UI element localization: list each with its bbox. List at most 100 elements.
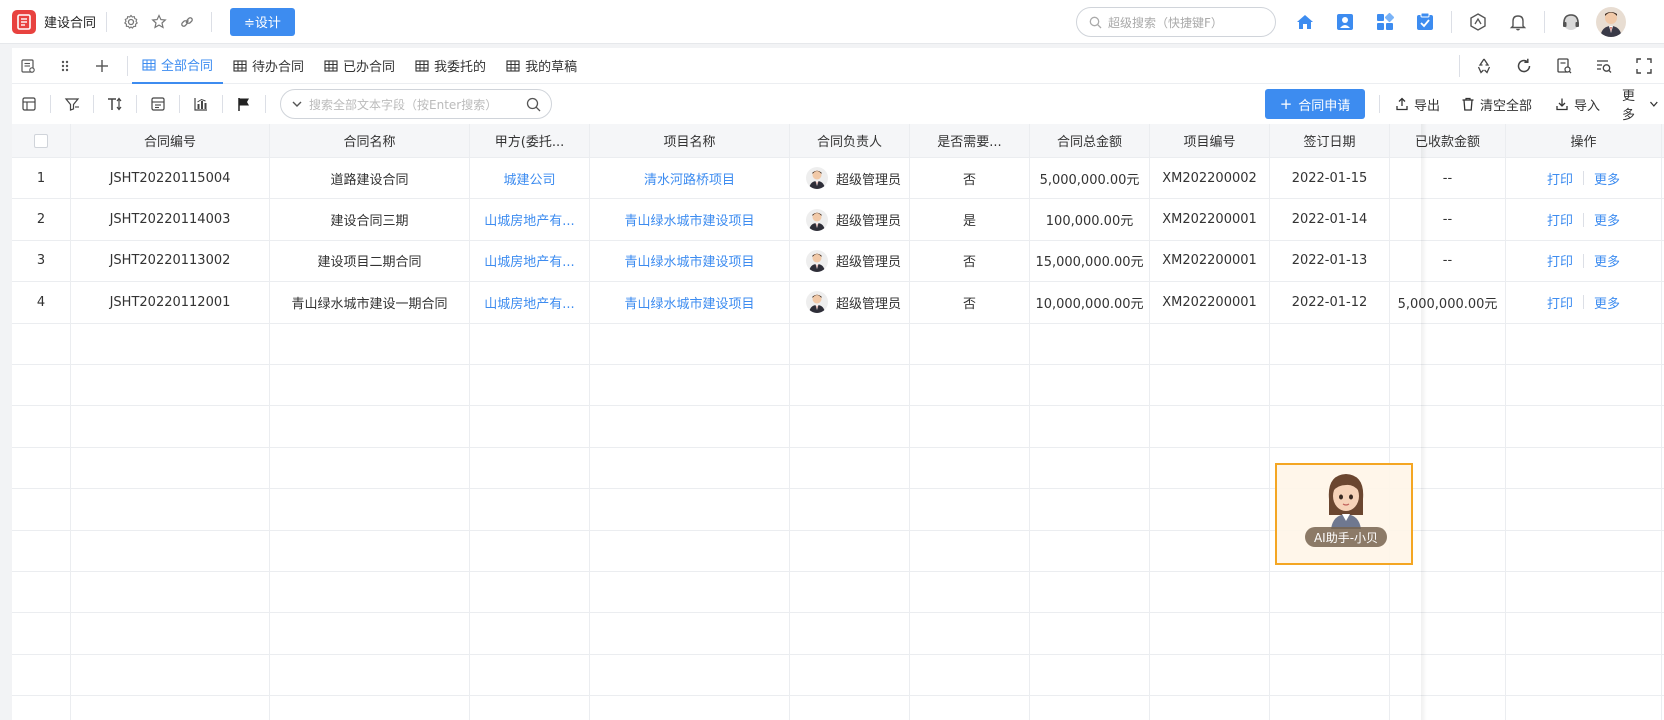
import-button[interactable]: 导入 <box>1555 84 1600 124</box>
sort-text-icon[interactable] <box>98 84 132 124</box>
column-header[interactable]: 项目名称 <box>590 124 790 157</box>
table-row[interactable] <box>12 406 1664 448</box>
filter-icon[interactable] <box>55 84 89 124</box>
table-icon <box>324 59 338 72</box>
bell-icon[interactable] <box>1498 6 1538 38</box>
contacts-icon[interactable] <box>1325 6 1365 38</box>
column-header[interactable]: 合同总金额 <box>1030 124 1150 157</box>
global-search-input[interactable]: 超级搜索（快捷键F） <box>1076 7 1276 37</box>
empty-cell <box>1150 696 1270 720</box>
contract-apply-button[interactable]: + 合同申请 <box>1265 89 1365 119</box>
project-link[interactable]: 清水河路桥项目 <box>590 158 790 199</box>
print-link[interactable]: 打印 <box>1547 169 1573 188</box>
empty-cell <box>270 613 470 654</box>
clear-all-button[interactable]: 清空全部 <box>1461 84 1532 124</box>
table-row[interactable]: 4 JSHT20220112001 青山绿水城市建设一期合同 山城房地产有... 青山绿… <box>12 282 1664 324</box>
chart-icon[interactable] <box>184 84 218 124</box>
chevron-down-icon <box>1650 101 1658 107</box>
table-icon <box>233 59 247 72</box>
ai-assistant-widget[interactable]: AI助手-小贝 <box>1275 463 1413 565</box>
print-link[interactable]: 打印 <box>1547 210 1573 229</box>
table-row[interactable] <box>12 654 1664 697</box>
table-row[interactable] <box>12 365 1664 407</box>
tab-drafts[interactable]: 我的草稿 <box>496 48 587 84</box>
column-header[interactable]: 签订日期 <box>1270 124 1390 157</box>
table-row[interactable] <box>12 696 1664 720</box>
form-icon[interactable] <box>12 48 49 84</box>
tab-delegated[interactable]: 我委托的 <box>405 48 496 84</box>
table-row[interactable] <box>12 572 1664 614</box>
empty-cell <box>1150 572 1270 613</box>
empty-cell <box>590 447 790 489</box>
empty-cell <box>470 447 590 489</box>
owner-avatar <box>806 249 828 272</box>
table-row[interactable] <box>12 447 1664 490</box>
empty-cell <box>12 489 71 530</box>
chevron-down-icon[interactable] <box>291 98 303 110</box>
header-actions <box>1285 6 1631 38</box>
search-icon[interactable] <box>526 97 541 112</box>
settings-gear-icon[interactable] <box>117 8 145 36</box>
print-link[interactable]: 打印 <box>1547 293 1573 312</box>
refresh-icon[interactable] <box>1504 48 1544 84</box>
empty-cell <box>71 406 270 447</box>
party-a-link[interactable]: 山城房地产有... <box>470 199 590 240</box>
select-all-checkbox[interactable] <box>34 133 48 148</box>
tasks-check-icon[interactable] <box>1405 6 1445 38</box>
project-link[interactable]: 青山绿水城市建设项目 <box>590 282 790 323</box>
column-header[interactable]: 甲方(委托... <box>470 124 590 157</box>
tab-handled-contracts[interactable]: 已办合同 <box>314 48 405 84</box>
fullscreen-icon[interactable] <box>1624 48 1664 84</box>
hexagon-settings-icon[interactable] <box>1458 6 1498 38</box>
home-icon[interactable] <box>1285 6 1325 38</box>
headset-support-icon[interactable] <box>1551 6 1591 38</box>
more-link[interactable]: 更多 <box>1594 293 1620 312</box>
add-view-plus-icon[interactable] <box>86 48 123 84</box>
column-header: 操作 <box>1506 124 1662 157</box>
table-row[interactable]: 1 JSHT20220115004 道路建设合同 城建公司 清水河路桥项目 超级管理员否 5… <box>12 158 1664 200</box>
flag-icon[interactable] <box>227 84 261 124</box>
app-title: 建设合同 <box>44 16 97 31</box>
project-link[interactable]: 青山绿水城市建设项目 <box>590 240 790 282</box>
table-row[interactable] <box>12 323 1664 365</box>
tab-all-contracts[interactable]: 全部合同 <box>132 48 224 84</box>
more-menu-button[interactable]: 更多 <box>1622 84 1664 124</box>
table-row[interactable] <box>12 530 1664 572</box>
column-header[interactable]: 合同编号 <box>71 124 270 157</box>
column-header[interactable]: 合同负责人 <box>790 124 910 157</box>
more-link[interactable]: 更多 <box>1594 251 1620 270</box>
apps-icon[interactable] <box>1365 6 1405 38</box>
drag-handle-icon[interactable] <box>49 48 86 84</box>
star-icon[interactable] <box>145 8 173 36</box>
print-preview-icon[interactable] <box>1544 48 1584 84</box>
table-row[interactable]: 2 JSHT20220114003 建设合同三期 山城房地产有... 青山绿水城市建设项… <box>12 199 1664 241</box>
print-link[interactable]: 打印 <box>1547 251 1573 270</box>
design-button[interactable]: ≑设计 <box>230 7 295 36</box>
table-row[interactable]: 3 JSHT20220113002 建设项目二期合同 山城房地产有... 青山绿水城市建… <box>12 240 1664 283</box>
party-a-link[interactable]: 山城房地产有... <box>470 240 590 282</box>
received-amount: -- <box>1390 240 1506 282</box>
user-avatar[interactable] <box>1591 6 1631 38</box>
empty-cell <box>71 489 270 530</box>
column-header[interactable]: 是否需要... <box>910 124 1030 157</box>
project-link[interactable]: 青山绿水城市建设项目 <box>590 199 790 240</box>
table-row[interactable] <box>12 613 1664 655</box>
more-link[interactable]: 更多 <box>1594 169 1620 188</box>
more-link[interactable]: 更多 <box>1594 210 1620 229</box>
tab-pending-contracts[interactable]: 待办合同 <box>223 48 314 84</box>
board-view-icon[interactable] <box>12 84 46 124</box>
column-header[interactable]: 合同名称 <box>270 124 470 157</box>
table-row[interactable] <box>12 489 1664 531</box>
export-button[interactable]: 导出 <box>1395 84 1440 124</box>
search-list-icon[interactable] <box>1584 48 1624 84</box>
column-header[interactable]: 项目编号 <box>1150 124 1270 157</box>
party-a-link[interactable]: 城建公司 <box>470 158 590 199</box>
party-a-link[interactable]: 山城房地产有... <box>470 282 590 323</box>
fixed-column-shadow <box>1421 124 1427 720</box>
link-icon[interactable] <box>173 8 201 36</box>
column-header[interactable]: 已收款金额 <box>1390 124 1506 157</box>
recycle-icon[interactable] <box>1464 48 1504 84</box>
field-config-icon[interactable] <box>141 84 175 124</box>
text-field-search-input[interactable]: 搜索全部文本字段（按Enter搜索） <box>280 89 552 119</box>
divider <box>1583 171 1584 186</box>
